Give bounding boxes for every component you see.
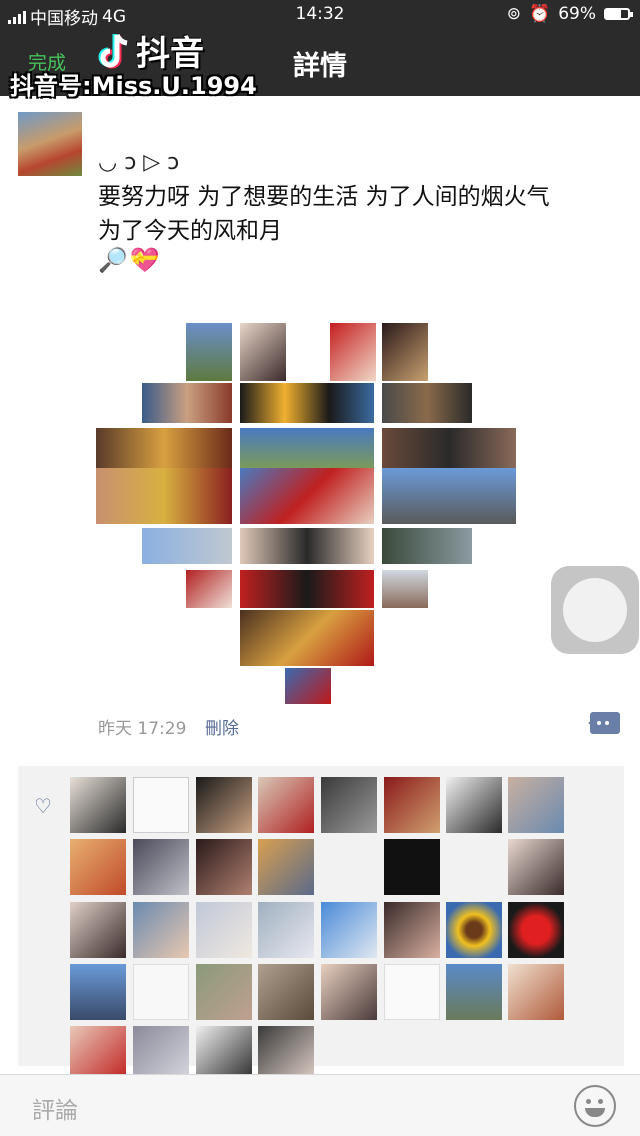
battery-icon xyxy=(604,8,633,20)
delete-link[interactable]: 刪除 xyxy=(205,714,239,739)
comment-input[interactable]: 評論 xyxy=(32,1091,78,1125)
post-emoji-line: ◡ ɔ ▷ ɔ xyxy=(98,150,180,175)
liker-avatar[interactable] xyxy=(133,902,189,958)
alarm-icon: ⏰ xyxy=(529,4,551,24)
liker-avatar[interactable] xyxy=(384,902,440,958)
collage-photo[interactable] xyxy=(240,528,374,564)
liker-avatar[interactable] xyxy=(321,902,377,958)
comment-icon[interactable] xyxy=(588,712,620,734)
liker-avatar[interactable] xyxy=(70,964,126,1020)
liker-avatar[interactable] xyxy=(133,839,189,895)
liker-avatar[interactable] xyxy=(196,777,252,833)
liker-avatar[interactable] xyxy=(446,777,502,833)
collage-photo[interactable] xyxy=(382,383,472,423)
liker-avatar[interactable] xyxy=(446,902,502,958)
heart-gift-icon: 💝 xyxy=(129,246,160,274)
collage-photo[interactable] xyxy=(240,570,374,608)
collage-photo[interactable] xyxy=(240,383,374,423)
douyin-id: 抖音号:Miss.U.1994 xyxy=(10,72,257,100)
liker-avatar[interactable] xyxy=(133,964,189,1020)
liker-avatar[interactable] xyxy=(70,902,126,958)
liker-avatar[interactable] xyxy=(133,777,189,833)
collage-photo[interactable] xyxy=(330,323,376,381)
liker-avatar[interactable] xyxy=(196,964,252,1020)
post-text-line: 为了今天的风和月 xyxy=(98,218,282,244)
liker-avatar[interactable] xyxy=(508,777,564,833)
post-text: 要努力呀 为了想要的生活 为了人间的烟火气 为了今天的风和月 xyxy=(98,180,628,248)
collage-photo[interactable] xyxy=(285,668,331,704)
douyin-logo-icon xyxy=(98,33,128,68)
liker-avatar[interactable] xyxy=(70,839,126,895)
collage-photo[interactable] xyxy=(382,468,516,524)
collage-photo[interactable] xyxy=(382,570,428,608)
post-text-line: 要努力呀 为了想要的生活 为了人间的烟火气 xyxy=(98,184,550,210)
emoji-smiley-icon[interactable] xyxy=(574,1085,616,1127)
post-emoji-icons: 🔎 💝 xyxy=(98,246,160,274)
collage-photo[interactable] xyxy=(142,528,232,564)
liker-avatar[interactable] xyxy=(258,839,314,895)
liker-avatar[interactable] xyxy=(258,777,314,833)
liker-avatar[interactable] xyxy=(384,777,440,833)
liker-avatar[interactable] xyxy=(508,839,564,895)
collage-photo[interactable] xyxy=(240,468,374,524)
collage-photo[interactable] xyxy=(96,428,232,468)
liker-avatar[interactable] xyxy=(508,964,564,1020)
like-heart-icon: ♡ xyxy=(34,794,52,818)
collage-photo[interactable] xyxy=(240,428,374,468)
assistive-touch-icon xyxy=(563,578,627,642)
liker-avatar[interactable] xyxy=(196,839,252,895)
author-avatar[interactable] xyxy=(18,112,82,176)
liker-avatar[interactable] xyxy=(384,964,440,1020)
collage-photo[interactable] xyxy=(382,323,428,381)
collage-photo[interactable] xyxy=(142,383,232,423)
collage-photo[interactable] xyxy=(382,528,472,564)
collage-photo[interactable] xyxy=(240,610,374,666)
collage-photo[interactable] xyxy=(186,570,232,608)
status-bar: 中国移动 4G 14:32 ⊚ ⏰ 69% xyxy=(0,0,640,29)
liker-avatar[interactable] xyxy=(70,777,126,833)
collage-photo[interactable] xyxy=(240,323,286,381)
battery-percent: 69% xyxy=(558,4,596,24)
liker-avatar[interactable] xyxy=(321,777,377,833)
post-time: 昨天 17:29 xyxy=(98,719,187,739)
comment-bar: 評論 xyxy=(0,1074,640,1136)
liker-avatar[interactable] xyxy=(258,964,314,1020)
assistive-touch-button[interactable] xyxy=(551,566,639,654)
rotation-lock-icon: ⊚ xyxy=(506,4,522,24)
liker-avatar[interactable] xyxy=(258,902,314,958)
collage-photo[interactable] xyxy=(382,428,516,468)
liker-avatar[interactable] xyxy=(446,964,502,1020)
liker-avatar[interactable] xyxy=(196,902,252,958)
liker-avatar[interactable] xyxy=(508,902,564,958)
magnifier-icon: 🔎 xyxy=(98,246,128,274)
liker-avatar[interactable] xyxy=(384,839,440,895)
collage-photo[interactable] xyxy=(186,323,232,381)
collage-photo[interactable] xyxy=(96,468,232,524)
liker-avatar[interactable] xyxy=(321,964,377,1020)
